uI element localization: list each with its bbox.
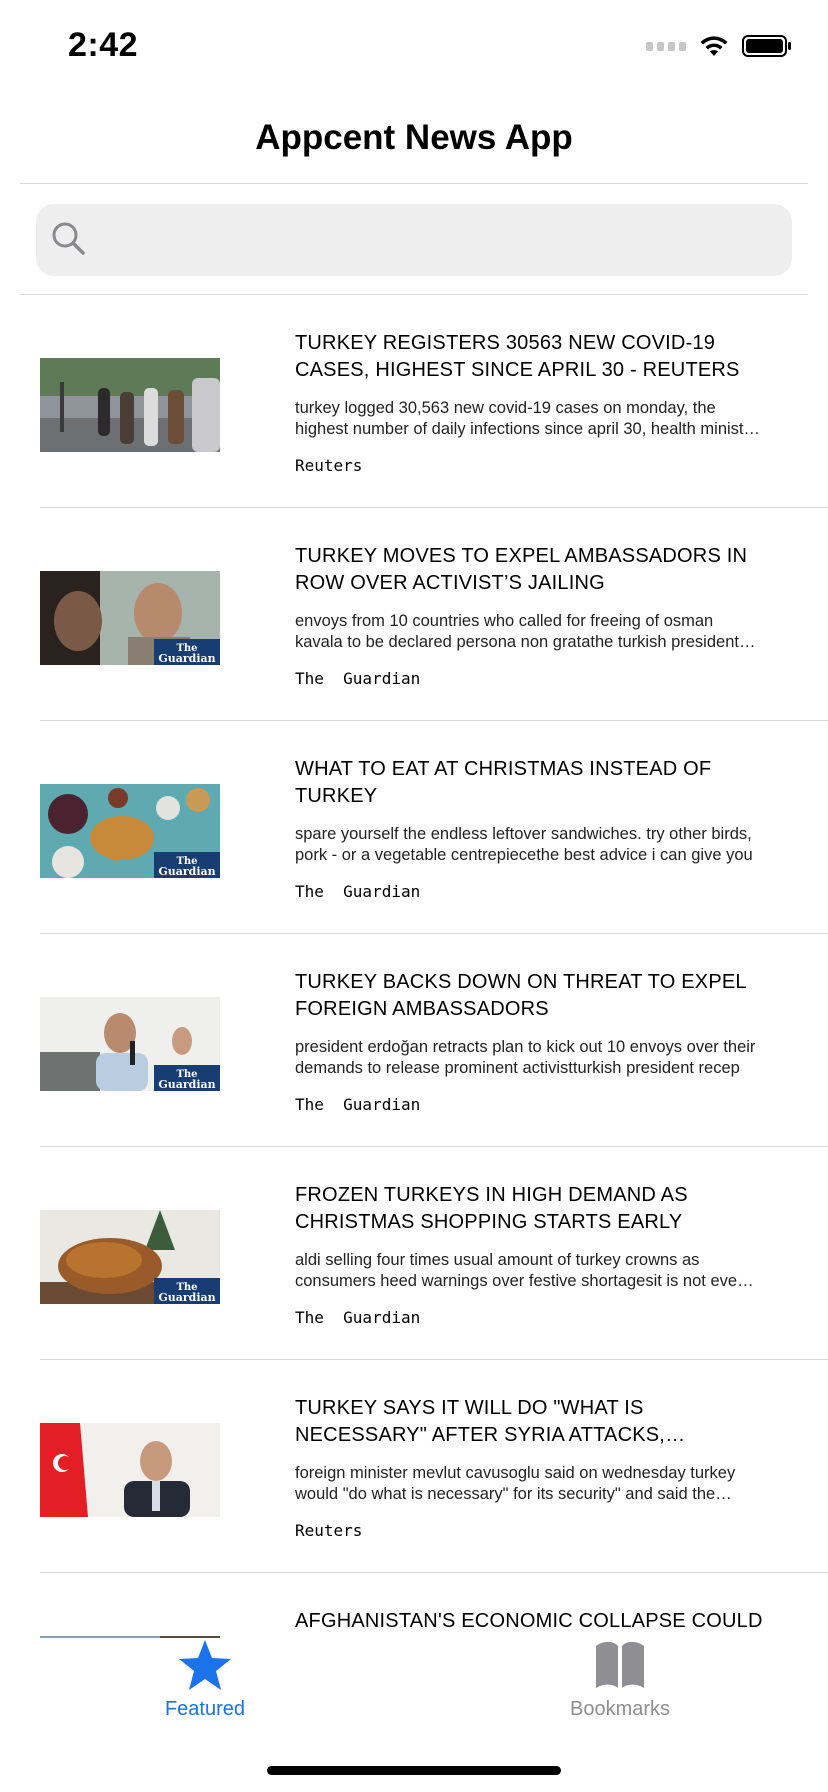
news-thumbnail-osman-kavala: The Guardian xyxy=(40,571,220,665)
star-icon xyxy=(179,1640,231,1690)
header-divider xyxy=(20,183,808,184)
news-list[interactable]: Turkey registers 30563 new COVID-19 case… xyxy=(0,295,828,1638)
tab-label-featured: Featured xyxy=(164,1698,246,1720)
news-title: Turkey registers 30563 new COVID-19 case… xyxy=(295,332,740,381)
news-source: The Guardian xyxy=(295,1095,421,1114)
tab-featured[interactable]: Featured xyxy=(55,1638,355,1721)
page-title: Appcent News App xyxy=(255,118,573,157)
svg-text:Guardian: Guardian xyxy=(158,652,215,665)
news-thumbnail-minister-flag xyxy=(40,1423,220,1517)
news-thumbnail-roast-turkey: The Guardian xyxy=(40,1210,220,1304)
search-bar[interactable] xyxy=(36,204,792,276)
news-title: Turkey backs down on threat to expel for… xyxy=(295,971,747,1020)
news-source: Reuters xyxy=(295,1521,363,1540)
news-thumbnail-street-crowd xyxy=(40,358,220,452)
tab-label-bookmarks: Bookmarks xyxy=(569,1698,671,1720)
news-source: Reuters xyxy=(295,456,363,475)
news-item[interactable]: The Guardian Turkey backs down on threat… xyxy=(0,934,828,1147)
news-source: The Guardian xyxy=(295,669,421,688)
news-item[interactable]: The Guardian Frozen turkeys in high dema… xyxy=(0,1147,828,1360)
news-description: spare yourself the endless leftover sand… xyxy=(295,825,753,864)
news-description: foreign minister mevlut cavusoglu said o… xyxy=(295,1464,736,1503)
news-title: Afghanistan's economic collapse could xyxy=(295,1610,763,1632)
news-description: president erdoğan retracts plan to kick … xyxy=(295,1038,756,1077)
news-title: Turkey says it will do "what is necessar… xyxy=(295,1397,666,1446)
svg-text:Guardian: Guardian xyxy=(158,1078,215,1091)
news-description: turkey logged 30,563 new covid-19 cases … xyxy=(295,399,758,438)
news-item[interactable]: Turkey registers 30563 new COVID-19 case… xyxy=(0,295,828,508)
wifi-icon xyxy=(700,36,728,56)
tab-bookmarks[interactable]: Bookmarks xyxy=(470,1638,770,1721)
svg-text:Guardian: Guardian xyxy=(158,865,215,878)
news-thumbnail-christmas-food: The Guardian xyxy=(40,784,220,878)
home-indicator[interactable] xyxy=(267,1766,561,1775)
news-item[interactable]: Afghanistan's economic collapse could xyxy=(0,1573,828,1638)
news-item[interactable]: Turkey says it will do "what is necessar… xyxy=(0,1360,828,1573)
news-description: envoys from 10 countries who called for … xyxy=(295,612,739,651)
book-icon xyxy=(596,1641,644,1688)
search-icon xyxy=(52,222,85,255)
news-title: Turkey moves to expel ambassadors in row… xyxy=(295,545,748,594)
svg-text:Guardian: Guardian xyxy=(158,1291,215,1304)
cellular-signal-icon xyxy=(646,41,686,51)
news-source: The Guardian xyxy=(295,882,421,901)
news-description: aldi selling four times usual amount of … xyxy=(295,1251,747,1290)
news-title: What to eat at Christmas instead of turk… xyxy=(295,758,712,807)
news-item[interactable]: The Guardian Turkey moves to expel ambas… xyxy=(0,508,828,721)
battery-icon xyxy=(742,35,791,57)
search-input[interactable] xyxy=(102,218,776,264)
news-source: The Guardian xyxy=(295,1308,421,1327)
news-title: Frozen turkeys in high demand as Christm… xyxy=(295,1184,688,1233)
news-item[interactable]: The Guardian What to eat at Christmas in… xyxy=(0,721,828,934)
status-icons xyxy=(646,34,792,58)
news-thumbnail-speaker-microphone: The Guardian xyxy=(40,997,220,1091)
status-time: 2:42 xyxy=(68,26,139,64)
status-bar: 2:42 xyxy=(0,0,828,100)
